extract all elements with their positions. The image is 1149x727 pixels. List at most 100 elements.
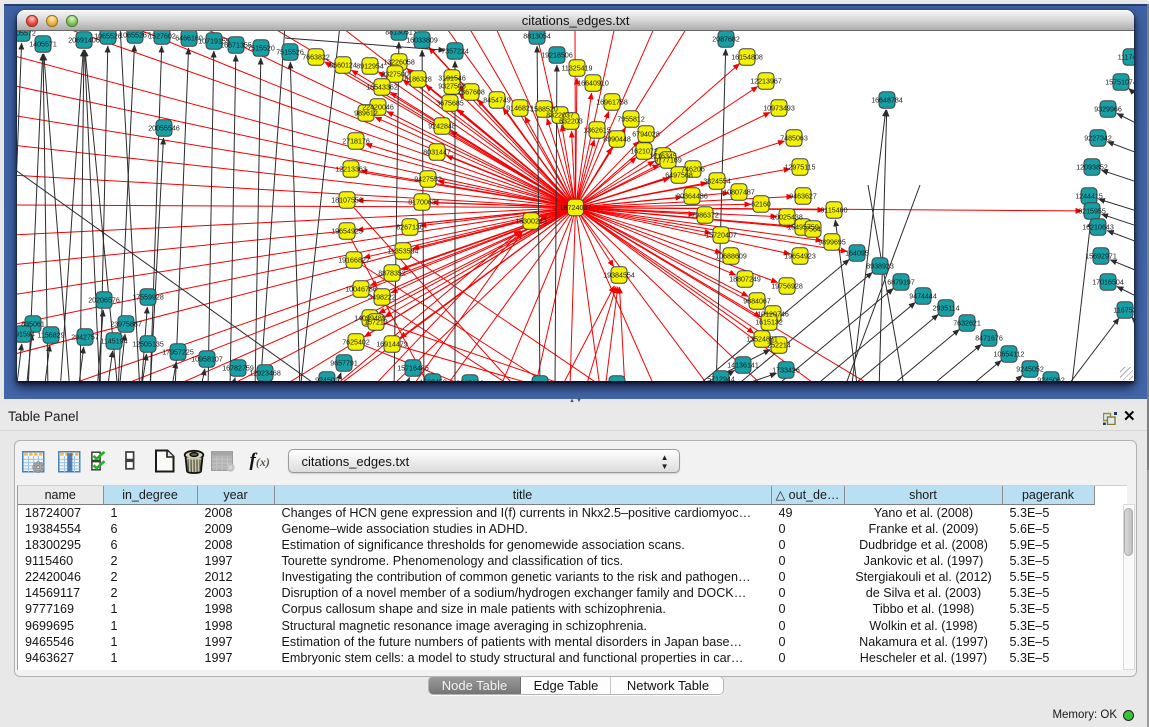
svg-text:11325419: 11325419 — [561, 65, 592, 73]
svg-text:6497568: 6497568 — [665, 172, 693, 180]
svg-text:8938923: 8938923 — [866, 263, 894, 271]
svg-text:3675685: 3675685 — [436, 100, 464, 108]
svg-text:8267130: 8267130 — [396, 224, 424, 232]
svg-text:1362615: 1362615 — [583, 127, 611, 135]
svg-text:1065526: 1065526 — [94, 33, 122, 41]
svg-text:15751074: 15751074 — [1105, 79, 1134, 87]
svg-text:6879197: 6879197 — [887, 279, 915, 287]
svg-text:632203: 632203 — [559, 118, 583, 126]
svg-text:16033809: 16033809 — [406, 37, 438, 45]
svg-text:989612: 989612 — [354, 110, 378, 118]
svg-text:1733426: 1733426 — [772, 367, 800, 375]
svg-text:2942757: 2942757 — [71, 334, 99, 342]
svg-text:8660124: 8660124 — [329, 62, 357, 70]
svg-text:12923468: 12923468 — [249, 370, 281, 378]
svg-text:19384554: 19384554 — [603, 272, 635, 280]
svg-text:17559928: 17559928 — [132, 294, 164, 302]
svg-text:7485063: 7485063 — [780, 135, 808, 143]
svg-text:116753: 116753 — [1113, 307, 1134, 315]
svg-text:7986372: 7986372 — [691, 212, 719, 220]
svg-text:16648784: 16648784 — [871, 97, 903, 105]
svg-text:9245052: 9245052 — [1016, 366, 1044, 374]
svg-text:9115460: 9115460 — [820, 207, 847, 215]
svg-text:15720407: 15720407 — [705, 232, 737, 240]
svg-text:164095: 164095 — [845, 250, 869, 258]
svg-text:1117404: 1117404 — [1118, 54, 1135, 62]
svg-text:252214: 252214 — [767, 342, 791, 350]
svg-text:20206576: 20206576 — [88, 297, 120, 305]
svg-text:19756928: 19756928 — [771, 283, 803, 291]
svg-text:9884067: 9884067 — [743, 298, 771, 306]
svg-text:1592450: 1592450 — [419, 379, 447, 381]
svg-text:5712944: 5712944 — [707, 376, 735, 381]
svg-text:12093852: 12093852 — [1076, 164, 1108, 172]
svg-text:16154808: 16154808 — [731, 54, 763, 62]
svg-text:2087682: 2087682 — [712, 36, 740, 44]
svg-text:1405572: 1405572 — [17, 31, 36, 38]
svg-text:19218506: 19218506 — [541, 52, 573, 60]
svg-text:10046786: 10046786 — [345, 286, 377, 294]
svg-text:2718176: 2718176 — [342, 138, 370, 146]
svg-text:9329966: 9329966 — [1094, 106, 1122, 114]
svg-text:17957225: 17957225 — [162, 349, 194, 357]
svg-text:13226058: 13226058 — [383, 59, 415, 67]
svg-text:16961758: 16961758 — [596, 99, 628, 107]
svg-text:12975115: 12975115 — [784, 164, 815, 172]
svg-text:8878352: 8878352 — [378, 270, 406, 278]
svg-text:9427552: 9427552 — [414, 176, 442, 184]
svg-text:7955812: 7955812 — [617, 116, 645, 124]
svg-text:9227342: 9227342 — [1084, 135, 1112, 143]
svg-text:10807487: 10807487 — [723, 189, 755, 197]
svg-text:7663822: 7663822 — [302, 54, 330, 62]
svg-text:2867608: 2867608 — [457, 89, 485, 97]
svg-text:7564: 7564 — [805, 226, 821, 234]
svg-text:10654112: 10654112 — [993, 351, 1024, 359]
svg-text:8186328: 8186328 — [404, 76, 432, 84]
svg-text:1527602: 1527602 — [148, 33, 176, 41]
svg-text:12505135: 12505135 — [132, 341, 164, 349]
svg-text:7515520: 7515520 — [247, 45, 275, 53]
svg-text:10025438: 10025438 — [771, 214, 803, 222]
svg-text:17016504: 17016504 — [1092, 279, 1124, 287]
svg-text:8454749: 8454749 — [483, 97, 511, 105]
svg-text:1615132: 1615132 — [755, 319, 783, 327]
svg-text:7357224: 7357224 — [441, 48, 469, 56]
svg-text:8990448: 8990448 — [603, 136, 631, 144]
svg-text:10688609: 10688609 — [715, 253, 747, 261]
svg-text:12213363: 12213363 — [335, 166, 367, 174]
svg-text:924501: 924501 — [315, 377, 339, 381]
svg-text:9899695: 9899695 — [818, 239, 846, 247]
svg-text:1244415: 1244415 — [1075, 193, 1103, 201]
svg-text:7625402: 7625402 — [342, 339, 370, 347]
svg-text:8215955: 8215955 — [1078, 208, 1106, 216]
svg-text:8813054: 8813054 — [523, 33, 551, 41]
svg-text:19166827: 19166827 — [338, 257, 370, 265]
svg-text:18807249: 18807249 — [729, 276, 761, 284]
svg-text:9657791: 9657791 — [330, 360, 358, 368]
svg-text:18724007: 18724007 — [560, 204, 592, 212]
svg-text:10655267: 10655267 — [119, 32, 151, 40]
svg-text:8912954: 8912954 — [356, 63, 384, 71]
svg-text:18107553: 18107553 — [331, 197, 363, 205]
svg-text:3191546: 3191546 — [438, 75, 466, 83]
svg-text:9245032: 9245032 — [456, 380, 484, 381]
svg-text:835061: 835061 — [21, 321, 45, 329]
svg-text:16640910: 16640910 — [577, 80, 609, 88]
svg-text:9777169: 9777169 — [654, 157, 682, 165]
svg-text:7515526: 7515526 — [276, 49, 304, 57]
svg-text:19654925: 19654925 — [331, 228, 363, 236]
svg-text:10973493: 10973493 — [763, 105, 795, 113]
svg-text:157213: 157213 — [364, 319, 388, 327]
svg-text:10958107: 10958107 — [191, 356, 223, 364]
svg-text:2935114: 2935114 — [932, 305, 959, 313]
svg-text:62160: 62160 — [751, 201, 771, 209]
svg-text:9463627: 9463627 — [789, 193, 817, 201]
svg-text:16210643: 16210643 — [1082, 224, 1114, 232]
svg-text:23975887: 23975887 — [110, 321, 142, 329]
svg-text:3824554: 3824554 — [703, 178, 731, 186]
svg-text:16914479: 16914479 — [376, 341, 408, 349]
svg-text:8031447: 8031447 — [423, 149, 451, 157]
svg-text:20055546: 20055546 — [148, 125, 180, 133]
svg-text:391594: 391594 — [17, 331, 35, 339]
svg-text:12213967: 12213967 — [750, 78, 782, 86]
